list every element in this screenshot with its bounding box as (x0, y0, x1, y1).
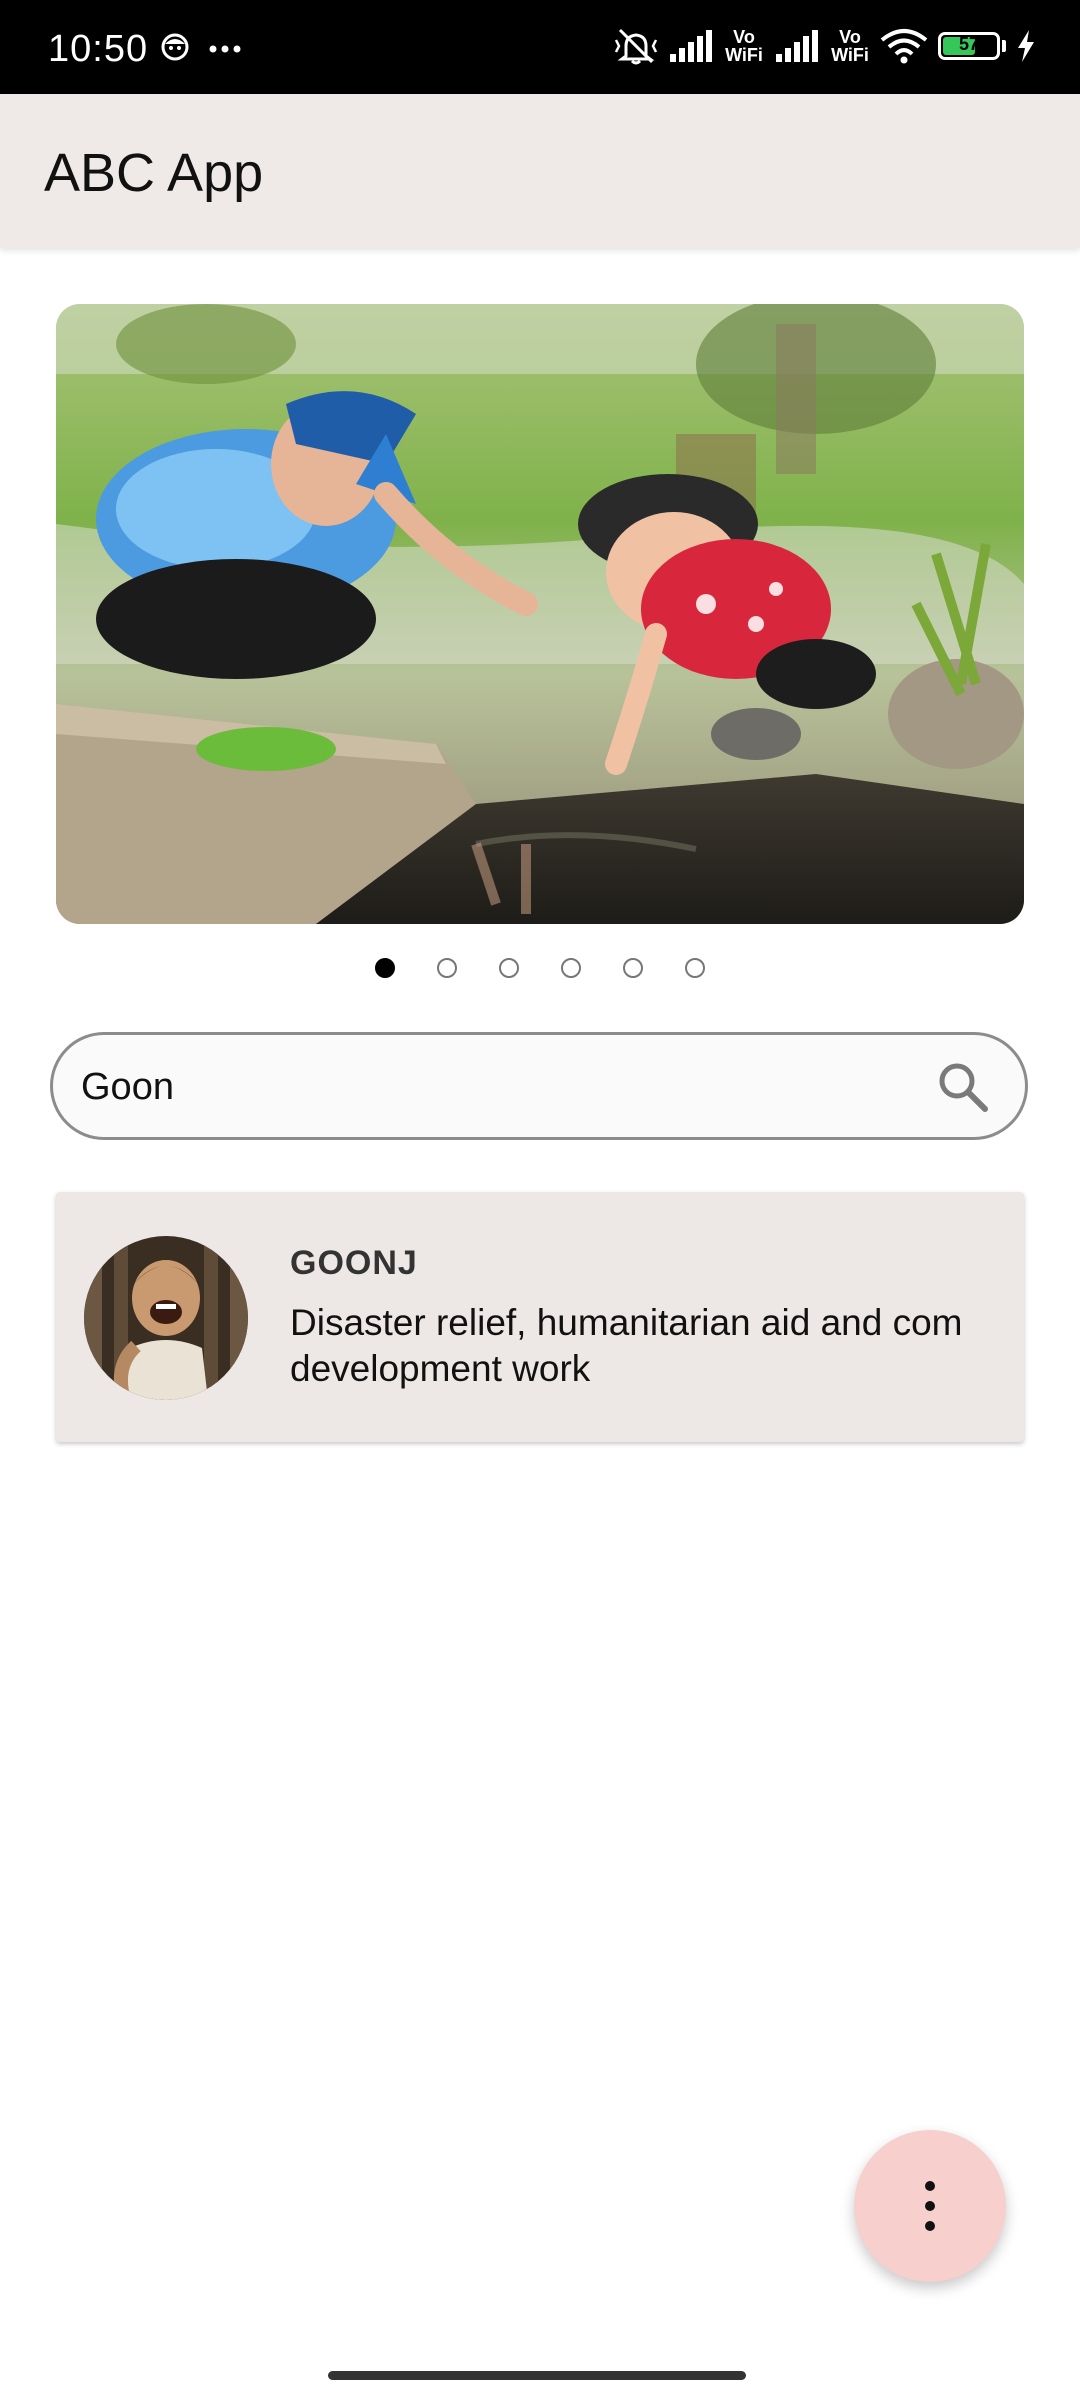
app-bar: ABC App (0, 94, 1080, 248)
search-icon[interactable] (937, 1061, 989, 1118)
mute-icon (614, 26, 658, 66)
result-card[interactable]: GOONJ Disaster relief, humanitarian aid … (56, 1192, 1024, 1442)
result-description: Disaster relief, humanitarian aid and co… (290, 1302, 963, 1389)
result-title: GOONJ (290, 1244, 418, 1282)
carousel-dot-1[interactable] (375, 958, 395, 978)
status-time: 10:50 (48, 28, 149, 70)
carousel-dot-3[interactable] (499, 958, 519, 978)
signal-icon (668, 30, 714, 62)
app-title: ABC App (44, 143, 264, 203)
signal-icon (774, 30, 820, 62)
status-bar: 10:50 Vo WiFi Vo WiFi 57 (0, 0, 1080, 94)
charging-icon (1016, 30, 1036, 62)
image-carousel[interactable] (56, 304, 1024, 924)
search-input[interactable] (79, 1055, 903, 1119)
more-dots-icon (208, 41, 242, 59)
carousel-dot-6[interactable] (685, 958, 705, 978)
battery-level: 57 (958, 34, 980, 54)
laughing-child-avatar (84, 1236, 248, 1400)
more-options-button[interactable] (854, 2130, 1006, 2282)
gesture-nav-handle[interactable] (328, 2371, 746, 2380)
carousel-indicator (0, 958, 1080, 978)
vowifi-label-2: Vo WiFi (831, 27, 869, 65)
children-playing-by-water-image (56, 304, 1024, 924)
search-bar[interactable] (50, 1032, 1028, 1140)
status-right-icons: Vo WiFi Vo WiFi 57 (614, 26, 1036, 66)
battery-icon: 57 (938, 32, 1000, 60)
vowifi-label-1: Vo WiFi (725, 27, 763, 65)
more-vertical-icon (925, 2181, 935, 2231)
carousel-dot-4[interactable] (561, 958, 581, 978)
avatar (84, 1236, 248, 1400)
carousel-dot-5[interactable] (623, 958, 643, 978)
face-icon (160, 32, 190, 67)
carousel-dot-2[interactable] (437, 958, 457, 978)
wifi-icon (880, 28, 928, 64)
status-left-icons (160, 32, 242, 67)
